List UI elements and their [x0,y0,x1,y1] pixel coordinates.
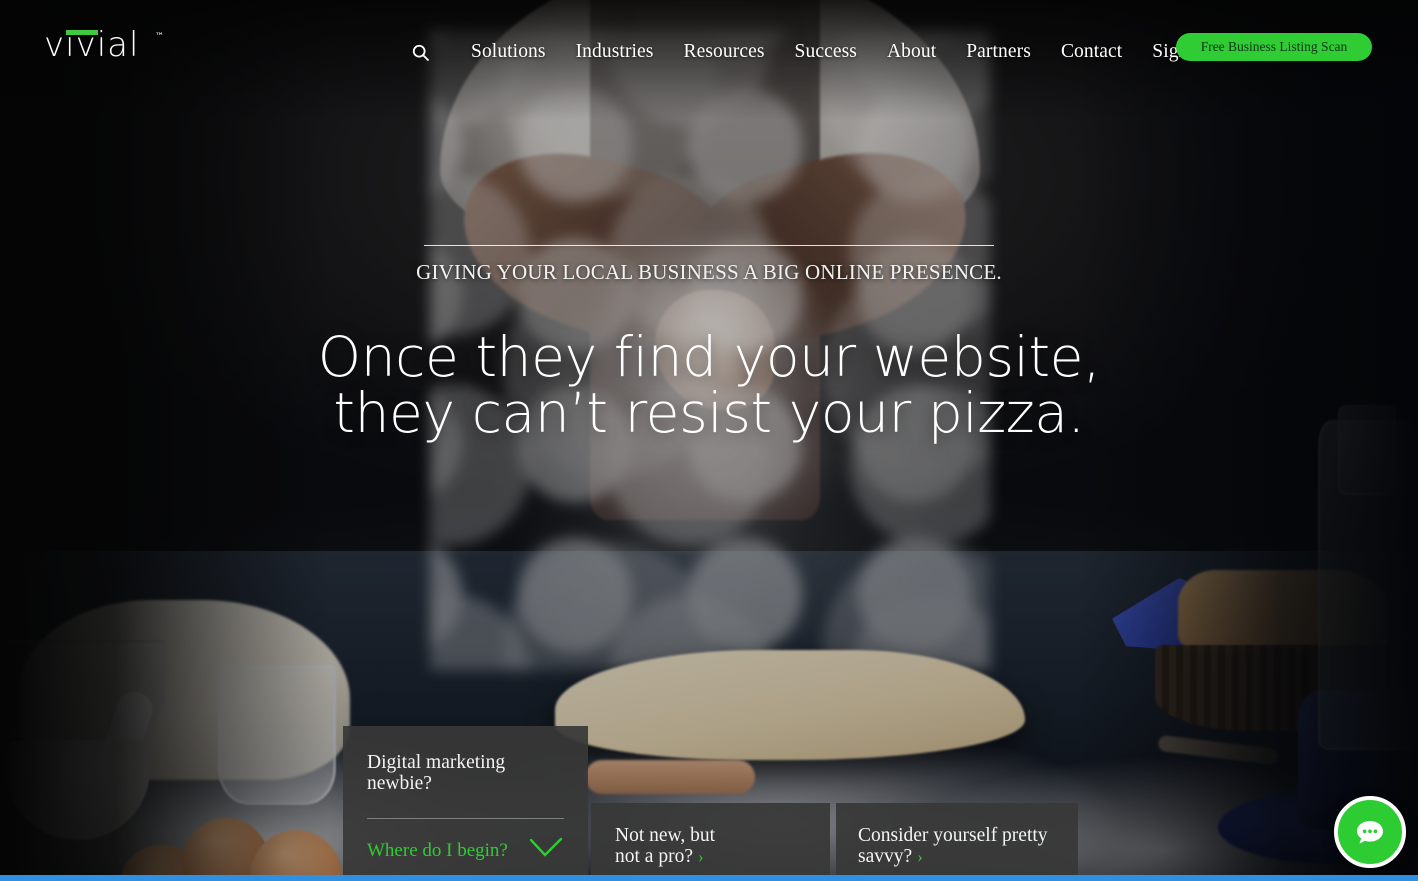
nav-item-partners[interactable]: Partners [951,35,1046,69]
card-link-where-do-i-begin[interactable]: Where do I begin? [367,837,564,864]
card-line-1: Not new, but [615,825,716,846]
card-line-2-wrap: savvy? › [858,846,1056,867]
chevron-right-icon: › [917,847,923,866]
logo-wordmark: vivial [44,25,140,65]
site-header: vivial ™ Solutions Industries Resources … [0,0,1418,90]
nav-item-contact[interactable]: Contact [1046,35,1137,69]
persona-card-newbie[interactable]: Digital marketing newbie? Where do I beg… [343,726,588,881]
page-stage: vivial ™ Solutions Industries Resources … [0,0,1418,881]
card-title-line-2: newbie? [367,773,432,794]
hero-section: GIVING YOUR LOCAL BUSINESS A BIG ONLINE … [0,245,1418,441]
nav-item-resources[interactable]: Resources [669,35,780,69]
chat-bubble-icon [1357,821,1383,844]
card-line-2-wrap: not a pro? › [615,846,806,867]
free-business-listing-scan-button[interactable]: Free Business Listing Scan [1176,33,1372,61]
horizontal-scrollbar[interactable] [0,875,1418,881]
vivial-logo[interactable]: vivial ™ [44,25,164,68]
hero-divider [424,245,994,246]
nav-item-about[interactable]: About [872,35,951,69]
logo-trademark-icon: ™ [155,32,164,42]
search-icon[interactable] [400,32,440,72]
card-line-2: savvy? [858,846,913,867]
nav-item-solutions[interactable]: Solutions [456,35,561,69]
chat-widget-button[interactable] [1334,796,1406,868]
persona-card-savvy[interactable]: Consider yourself pretty savvy? › [836,803,1078,881]
hero-eyebrow: GIVING YOUR LOCAL BUSINESS A BIG ONLINE … [416,260,1002,284]
hero-headline: Once they find your website, they can’t … [0,329,1418,441]
cta-label: Free Business Listing Scan [1200,39,1348,54]
main-navigation: Solutions Industries Resources Success A… [400,32,1225,72]
nav-item-success[interactable]: Success [780,35,872,69]
card-line-2: not a pro? [615,846,693,867]
card-divider [367,818,564,819]
hero-headline-line-2: they can’t resist your pizza. [333,381,1085,445]
persona-card-not-a-pro[interactable]: Not new, but not a pro? › [591,803,830,881]
card-title-line-1: Digital marketing [367,752,506,773]
nav-item-industries[interactable]: Industries [561,35,669,69]
card-line-1: Consider yourself pretty [858,825,1048,846]
logo-accent-bar [66,30,98,35]
card-link-label: Where do I begin? [367,839,508,861]
chevron-down-icon [528,837,564,864]
chevron-right-icon: › [697,847,704,866]
hero-headline-line-1: Once they find your website, [317,325,1101,389]
